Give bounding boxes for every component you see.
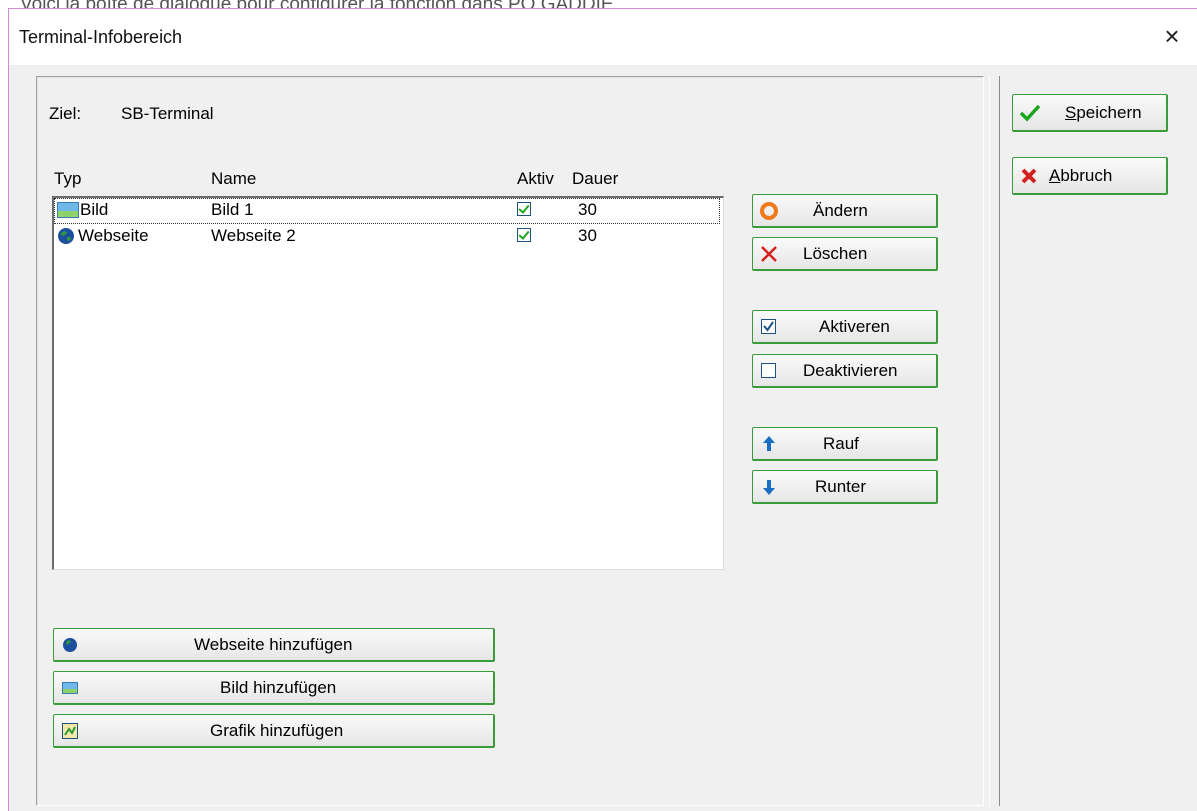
column-header-active[interactable]: Aktiv xyxy=(517,169,554,189)
row-type: Webseite xyxy=(78,226,149,245)
arrow-down-icon xyxy=(759,477,779,497)
move-up-button[interactable]: Rauf xyxy=(752,427,938,461)
list-item[interactable]: Webseite Webseite 2 30 xyxy=(54,224,720,250)
window-title: Terminal-Infobereich xyxy=(19,27,183,47)
edit-button[interactable]: Ändern xyxy=(752,194,938,228)
content-list[interactable]: Bild Bild 1 30 Webseite Webseite 2 30 xyxy=(52,196,724,570)
page: Voici la boîte de dialogue pour configur… xyxy=(0,0,1197,811)
row-duration: 30 xyxy=(578,226,597,245)
close-icon[interactable]: × xyxy=(1159,21,1185,51)
close-icon xyxy=(1019,166,1039,186)
globe-icon xyxy=(57,227,75,250)
column-header-duration[interactable]: Dauer xyxy=(572,169,618,189)
target-value: SB-Terminal xyxy=(121,104,214,123)
title-bar: Terminal-Infobereich × xyxy=(9,9,1197,65)
deactivate-button[interactable]: Deaktivieren xyxy=(752,354,938,388)
row-active-checkbox[interactable] xyxy=(517,228,531,242)
row-active-checkbox[interactable] xyxy=(517,202,531,216)
target-label: Ziel: xyxy=(49,104,82,123)
dialog-window: Terminal-Infobereich × Ziel: SB-Terminal… xyxy=(8,8,1197,811)
row-duration: 30 xyxy=(578,200,597,219)
close-icon xyxy=(759,244,779,264)
cancel-button[interactable]: Abbruch xyxy=(1012,157,1168,195)
add-image-button[interactable]: Bild hinzufügen xyxy=(53,671,495,705)
globe-icon xyxy=(60,635,80,655)
image-icon xyxy=(60,678,80,698)
cancel-label: Abbruch xyxy=(1049,166,1113,185)
add-graphic-button[interactable]: Grafik hinzufügen xyxy=(53,714,495,748)
move-down-button[interactable]: Runter xyxy=(752,470,938,504)
row-type: Bild xyxy=(80,200,109,219)
row-name: Bild 1 xyxy=(211,200,254,219)
row-name: Webseite 2 xyxy=(211,226,296,245)
edit-icon xyxy=(759,201,779,221)
image-icon xyxy=(57,202,79,223)
divider xyxy=(989,76,990,806)
graphic-icon xyxy=(60,721,80,741)
add-website-button[interactable]: Webseite hinzufügen xyxy=(53,628,495,662)
checkbox-checked-icon xyxy=(759,317,779,337)
list-item[interactable]: Bild Bild 1 30 xyxy=(54,198,720,224)
arrow-up-icon xyxy=(759,434,779,454)
save-button[interactable]: Speichern xyxy=(1012,94,1168,132)
save-label: Speichern xyxy=(1065,103,1142,122)
activate-button[interactable]: Aktiveren xyxy=(752,310,938,344)
column-header-name[interactable]: Name xyxy=(211,169,256,189)
checkbox-empty-icon xyxy=(759,361,779,381)
column-header-type[interactable]: Typ xyxy=(54,169,81,189)
delete-button[interactable]: Löschen xyxy=(752,237,938,271)
checkmark-icon xyxy=(1019,103,1041,123)
